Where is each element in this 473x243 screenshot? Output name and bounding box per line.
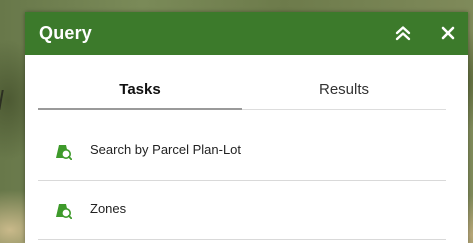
widget-header: Query [25, 12, 468, 55]
tab-bar-divider [242, 109, 446, 110]
tab-results-label: Results [318, 81, 370, 98]
layer-search-icon [56, 145, 72, 160]
tab-tasks-label: Tasks [119, 81, 161, 98]
task-label: Zones [90, 201, 127, 216]
task-label: Search by Parcel Plan-Lot [90, 142, 242, 157]
active-tab-indicator [38, 108, 242, 110]
tab-results[interactable]: Results [242, 76, 446, 110]
collapse-button[interactable] [391, 21, 415, 45]
double-chevron-up-icon [395, 26, 411, 41]
task-list: Search by Parcel Plan-Lot Zones [38, 122, 446, 240]
tab-tasks[interactable]: Tasks [38, 76, 242, 110]
close-button[interactable] [436, 21, 460, 45]
widget-title: Query [39, 23, 93, 43]
tab-bar: Tasks Results [38, 76, 446, 110]
query-widget-panel: Query Tasks Results Search by Parcel Pla… [25, 12, 468, 243]
close-icon [441, 26, 455, 40]
task-item-search-parcel[interactable]: Search by Parcel Plan-Lot [38, 122, 446, 181]
task-item-zones[interactable]: Zones [38, 181, 446, 240]
layer-search-icon [56, 204, 72, 219]
